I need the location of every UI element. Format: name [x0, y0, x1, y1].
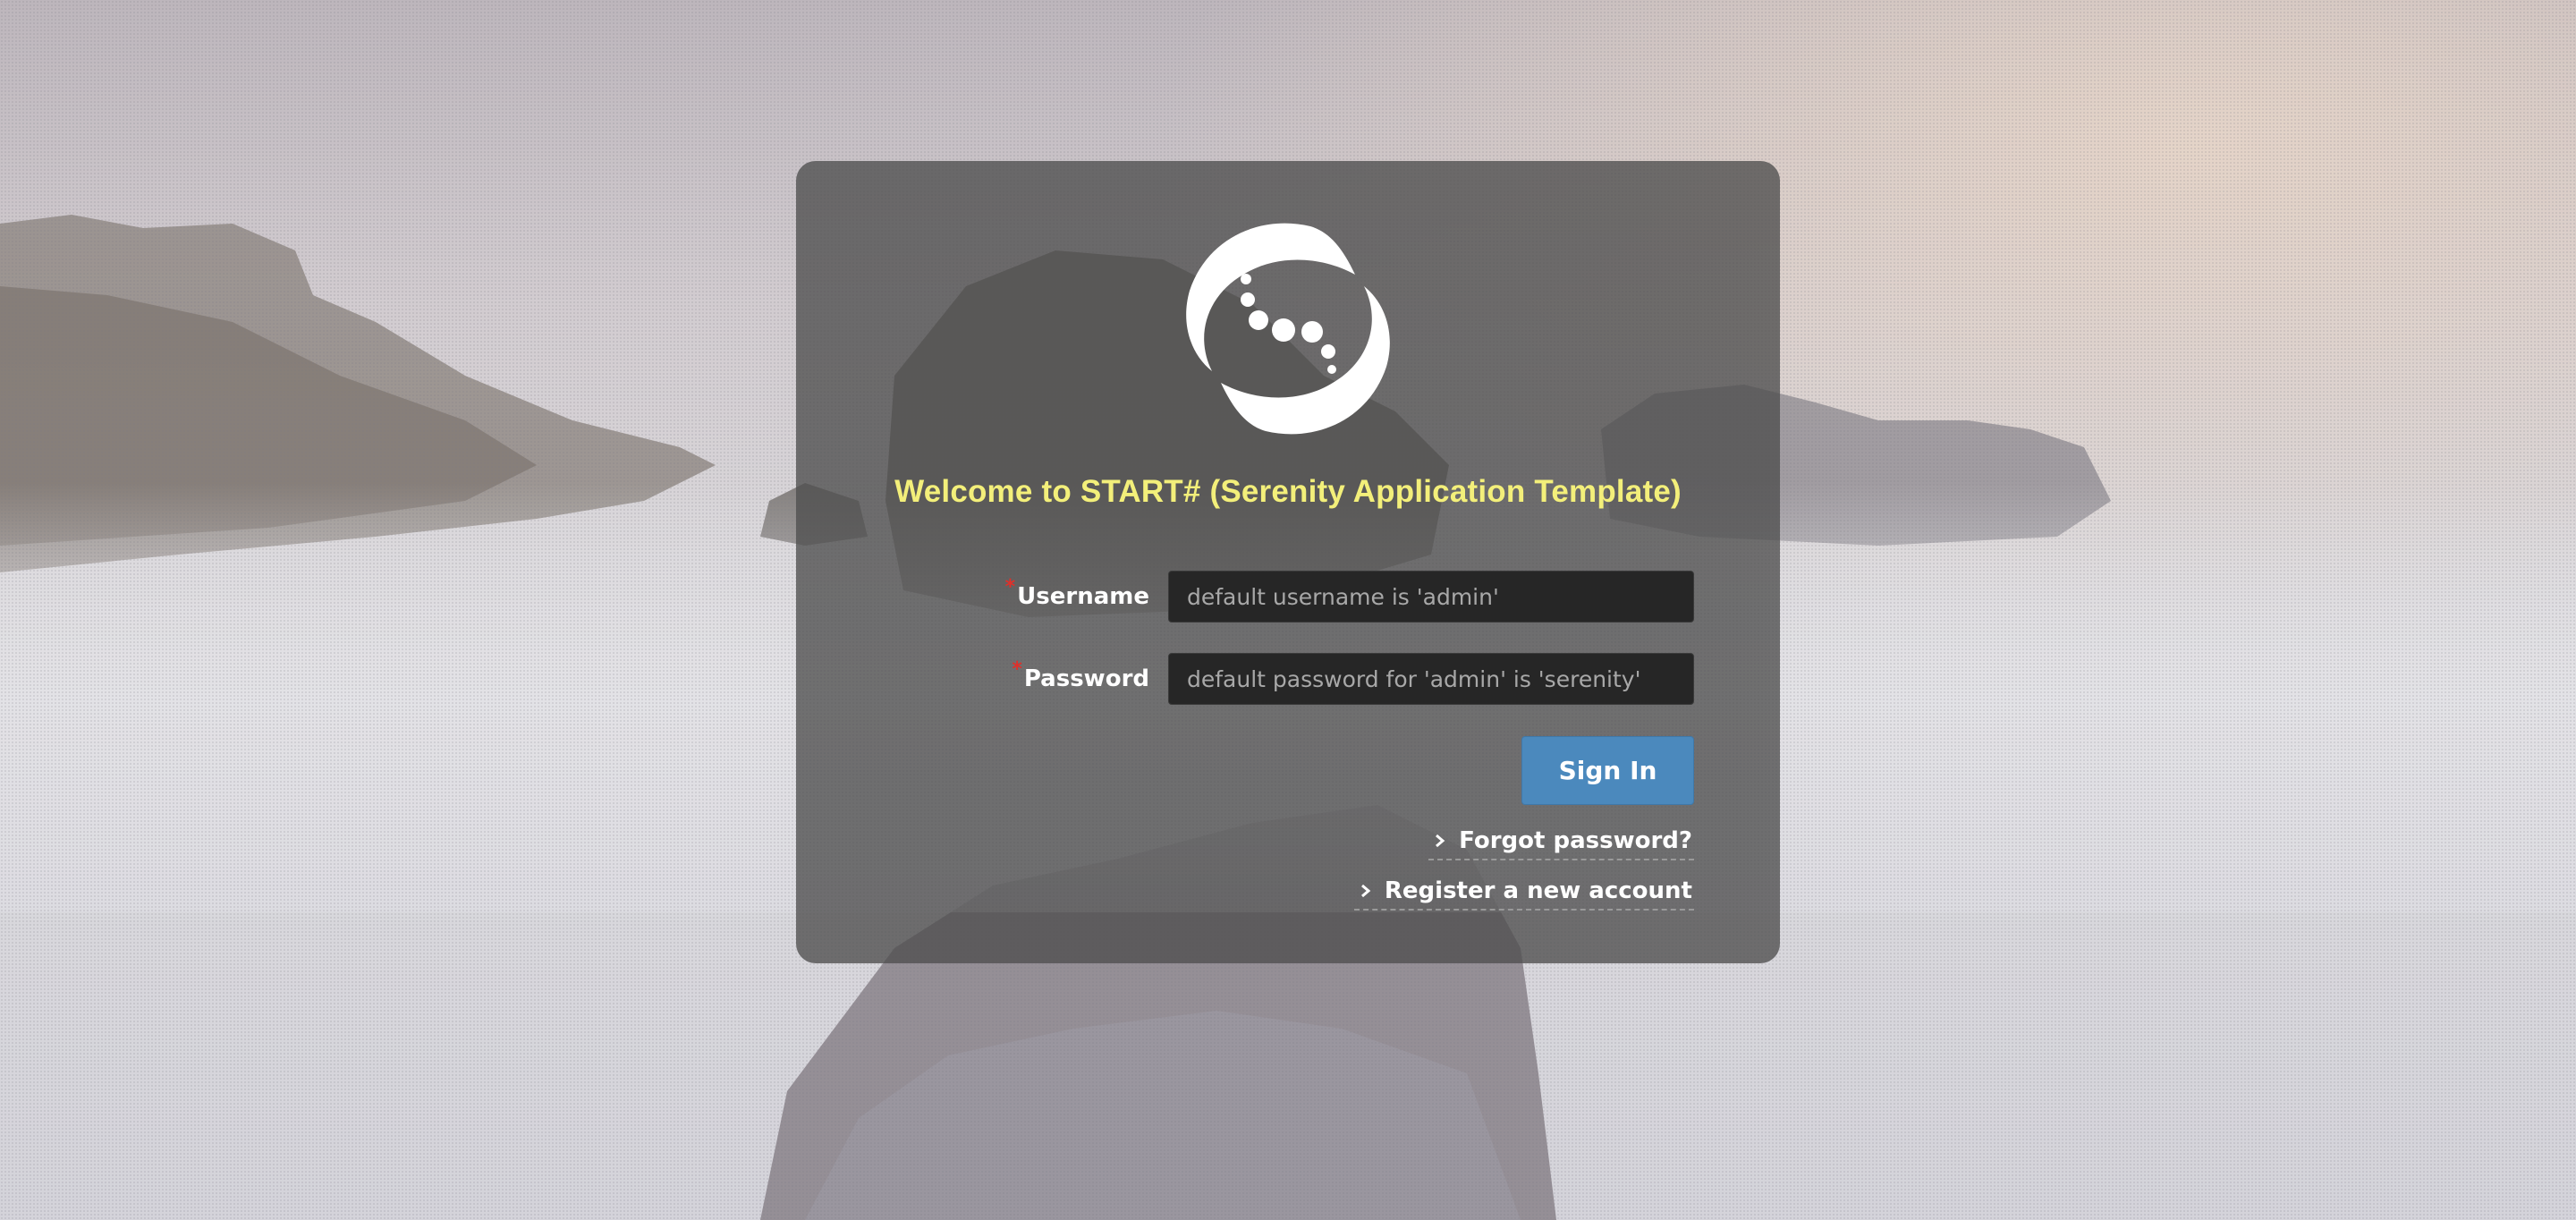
password-row: *Password — [796, 653, 1780, 705]
password-label: *Password — [1012, 658, 1149, 692]
login-panel: Welcome to START# (Serenity Application … — [796, 161, 1780, 963]
chevron-right-icon — [1360, 884, 1371, 898]
chevron-right-icon — [1436, 834, 1445, 848]
page-title: Welcome to START# (Serenity Application … — [894, 474, 1682, 509]
register-account-link[interactable]: Register a new account — [1353, 873, 1694, 911]
username-label: *Username — [1004, 576, 1149, 610]
register-account-label: Register a new account — [1384, 877, 1692, 904]
serenity-logo-icon — [1186, 223, 1390, 435]
forgot-password-label: Forgot password? — [1459, 827, 1692, 854]
username-input[interactable] — [1168, 571, 1694, 623]
required-marker: * — [1012, 658, 1022, 681]
username-row: *Username — [796, 571, 1780, 623]
password-input[interactable] — [1168, 653, 1694, 705]
sign-in-button[interactable]: Sign In — [1521, 736, 1694, 805]
required-marker: * — [1004, 576, 1016, 598]
forgot-password-link[interactable]: Forgot password? — [1428, 823, 1694, 860]
